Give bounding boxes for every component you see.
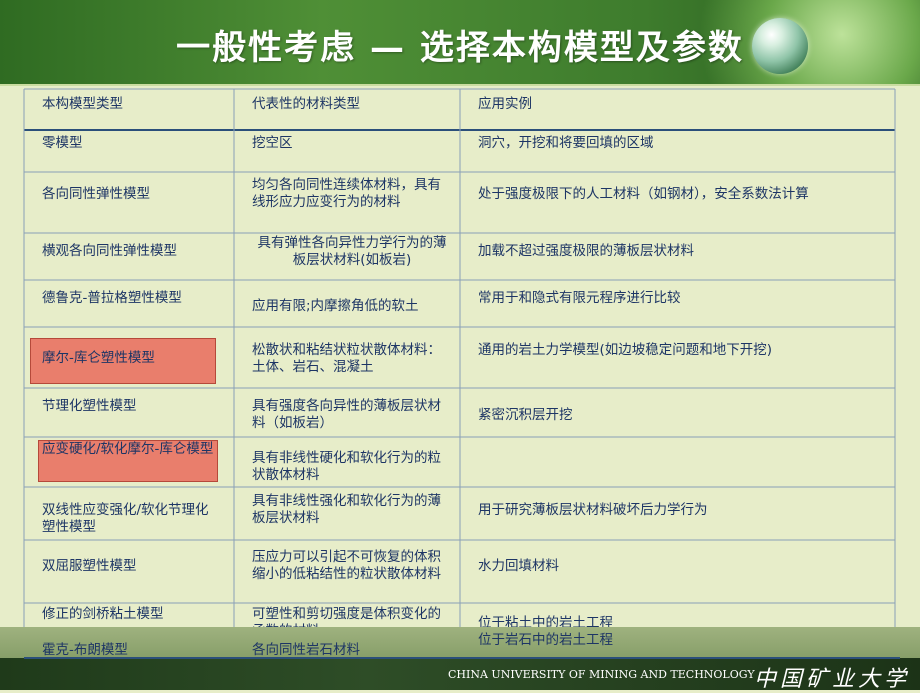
table-cell: 具有非线性强化和软化行为的薄板层状材料 [252,493,441,526]
table-cell: 具有非线性硬化和软化行为的粒状散体材料 [252,450,441,483]
university-name-english: CHINA UNIVERSITY OF MINING AND TECHNOLOG… [448,668,755,681]
table-cell: 应变硬化/软化摩尔-库仑模型 [42,441,214,457]
table-cell: 加载不超过强度极限的薄板层状材料 [478,243,694,259]
table-cell: 双线性应变强化/软化节理化塑性模型 [42,502,209,535]
table-cell: 修正的剑桥粘土模型 [42,606,164,622]
table-cell: 水力回填材料 [478,558,559,574]
table-cell: 用于研究薄板层状材料破坏后力学行为 [478,502,708,518]
table-cell: 横观各向同性弹性模型 [42,243,177,259]
table-cell: 德鲁克-普拉格塑性模型 [42,290,182,306]
table-cell: 位于岩石中的岩土工程 [478,632,613,648]
footer-separator [24,657,900,659]
table-cell: 处于强度极限下的人工材料（如钢材），安全系数法计算 [478,186,809,202]
table-cell: 应用有限;内摩擦角低的软土 [252,298,419,314]
table-cell: 各向同性弹性模型 [42,186,150,202]
table-cell: 零模型 [42,135,83,151]
table-cell: 各向同性岩石材料 [252,642,360,658]
table-cell: 松散状和粘结状粒状散体材料：土体、岩石、混凝土 [252,342,441,375]
university-name-chinese-logo: 中国矿业大学 [754,667,911,692]
table-cell: 双屈服塑性模型 [42,558,137,574]
page-title: 一般性考虑 — 选择本构模型及参数 [176,28,744,68]
table-cell: 紧密沉积层开挖 [478,407,573,423]
table-cell: 洞穴，开挖和将要回填的区域 [478,135,654,151]
table-cell: 挖空区 [252,135,293,151]
table-cell: 均匀各向同性连续体材料，具有线形应力应变行为的材料 [252,177,441,210]
table-cell: 压应力可以引起不可恢复的体积缩小的低粘结性的粒状散体材料 [252,549,441,582]
table-cell: 具有弹性各向异性力学行为的薄板层状材料(如板岩) [257,235,447,268]
table-cell: 具有强度各向异性的薄板层状材料（如板岩） [252,398,441,431]
banner-divider [0,84,920,86]
table-cell: 霍克-布朗模型 [42,642,128,658]
table-cell: 节理化塑性模型 [42,398,137,414]
header-model-type: 本构模型类型 [42,96,123,112]
table-cell: 常用于和隐式有限元程序进行比较 [478,290,681,306]
table-cell: 摩尔-库仑塑性模型 [42,350,155,366]
header-material-type: 代表性的材料类型 [252,96,360,112]
header-application: 应用实例 [478,96,532,112]
table-cell: 通用的岩土力学模型(如边坡稳定问题和地下开挖) [478,342,773,358]
